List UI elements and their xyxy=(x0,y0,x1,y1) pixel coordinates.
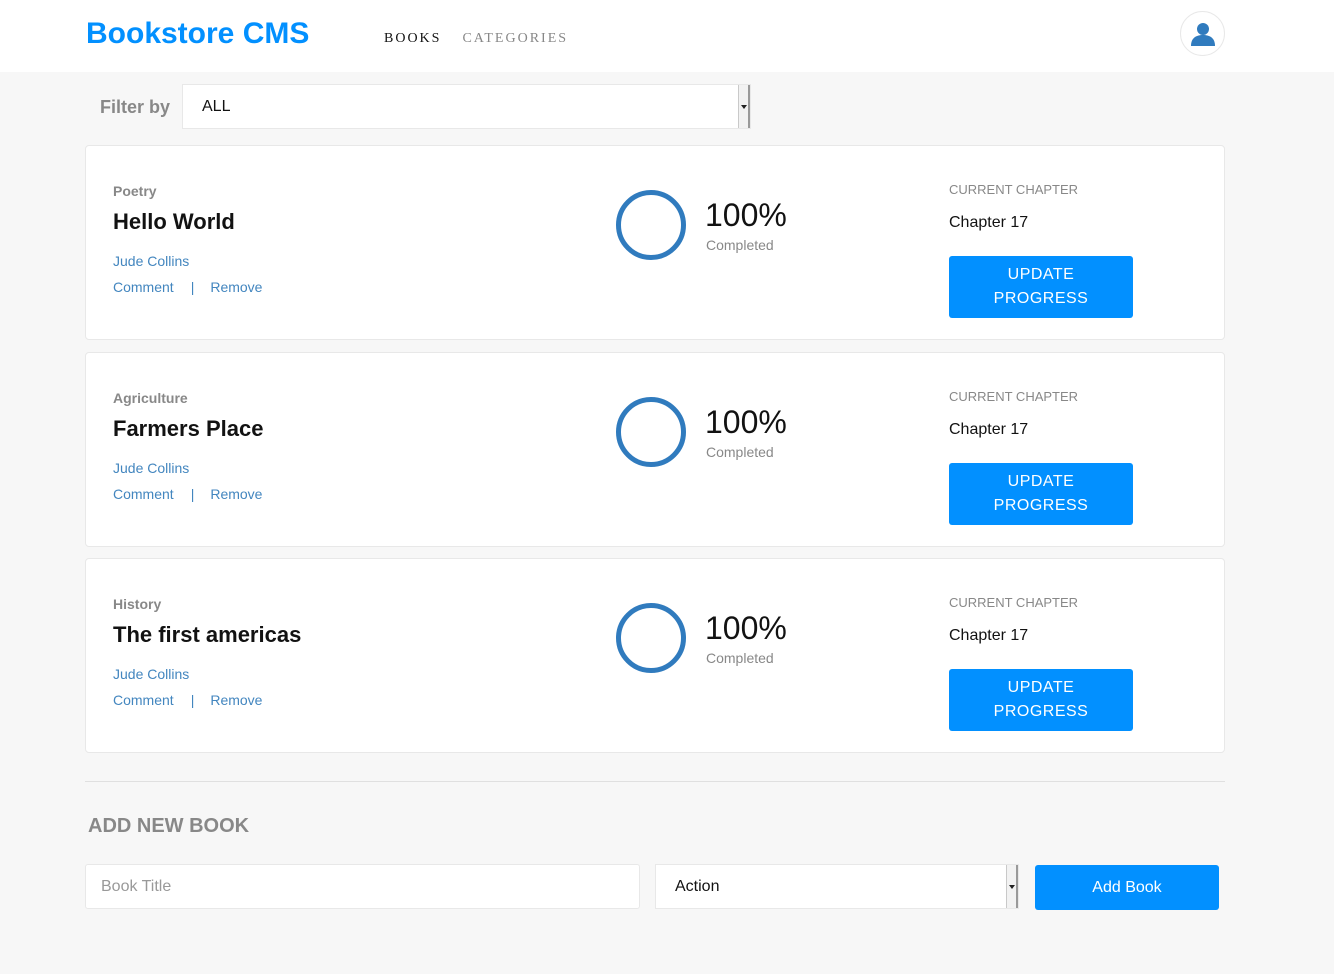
progress-percent: 100% xyxy=(705,610,787,646)
progress-ring-icon xyxy=(616,190,686,260)
update-button-line2: PROGRESS xyxy=(993,703,1089,720)
update-progress-button[interactable]: UPDATE PROGRESS xyxy=(949,463,1133,525)
book-card: History The first americas Jude Collins … xyxy=(85,558,1225,753)
add-book-button[interactable]: Add Book xyxy=(1035,865,1219,910)
progress-percent: 100% xyxy=(705,197,787,233)
book-genre: History xyxy=(113,596,162,612)
book-actions: Comment | Remove xyxy=(113,692,262,708)
nav-books[interactable]: BOOKS xyxy=(384,30,441,48)
update-button-line1: UPDATE xyxy=(1007,473,1075,490)
book-actions: Comment | Remove xyxy=(113,486,262,502)
book-title-input[interactable] xyxy=(85,864,640,909)
remove-button[interactable]: Remove xyxy=(210,279,262,295)
current-chapter-label: CURRENT CHAPTER xyxy=(949,182,1079,197)
book-genre: Poetry xyxy=(113,183,157,199)
filter-selected-value: ALL xyxy=(202,97,231,115)
book-title: The first americas xyxy=(113,622,302,647)
section-divider xyxy=(85,781,1225,782)
progress-ring-icon xyxy=(616,397,686,467)
remove-button[interactable]: Remove xyxy=(210,486,262,502)
update-progress-button[interactable]: UPDATE PROGRESS xyxy=(949,669,1133,731)
update-button-line1: UPDATE xyxy=(1007,266,1075,283)
action-separator: | xyxy=(190,692,195,708)
book-actions: Comment | Remove xyxy=(113,279,262,295)
action-separator: | xyxy=(190,279,195,295)
action-separator: | xyxy=(190,486,195,502)
category-select[interactable]: Action xyxy=(655,864,1019,909)
brand-logo[interactable]: Bookstore CMS xyxy=(86,16,309,52)
update-progress-button[interactable]: UPDATE PROGRESS xyxy=(949,256,1133,318)
add-book-heading: ADD NEW BOOK xyxy=(88,815,250,837)
dropdown-arrow-icon xyxy=(738,85,750,128)
main-nav: BOOKS CATEGORIES xyxy=(384,30,568,48)
user-icon xyxy=(1190,22,1215,46)
comment-button[interactable]: Comment xyxy=(113,279,174,295)
filter-label: Filter by xyxy=(100,97,171,117)
user-avatar-button[interactable] xyxy=(1180,11,1225,56)
update-button-line2: PROGRESS xyxy=(993,497,1089,514)
current-chapter: Chapter 17 xyxy=(949,214,1029,231)
progress-ring-icon xyxy=(616,603,686,673)
progress-completed-label: Completed xyxy=(706,650,774,666)
comment-button[interactable]: Comment xyxy=(113,486,174,502)
update-button-line2: PROGRESS xyxy=(993,290,1089,307)
comment-button[interactable]: Comment xyxy=(113,692,174,708)
progress-completed-label: Completed xyxy=(706,444,774,460)
update-button-line1: UPDATE xyxy=(1007,679,1075,696)
category-selected-value: Action xyxy=(675,877,720,895)
filter-select[interactable]: ALL xyxy=(182,84,751,129)
book-author[interactable]: Jude Collins xyxy=(113,666,189,682)
book-card: Agriculture Farmers Place Jude Collins C… xyxy=(85,352,1225,547)
progress-percent: 100% xyxy=(705,404,787,440)
app-header: Bookstore CMS BOOKS CATEGORIES xyxy=(0,0,1334,72)
book-author[interactable]: Jude Collins xyxy=(113,460,189,476)
current-chapter-label: CURRENT CHAPTER xyxy=(949,595,1079,610)
nav-categories[interactable]: CATEGORIES xyxy=(462,30,568,48)
remove-button[interactable]: Remove xyxy=(210,692,262,708)
book-card: Poetry Hello World Jude Collins Comment … xyxy=(85,145,1225,340)
current-chapter: Chapter 17 xyxy=(949,627,1029,644)
book-title: Farmers Place xyxy=(113,416,264,441)
current-chapter-label: CURRENT CHAPTER xyxy=(949,389,1079,404)
book-genre: Agriculture xyxy=(113,390,188,406)
current-chapter: Chapter 17 xyxy=(949,421,1029,438)
book-author[interactable]: Jude Collins xyxy=(113,253,189,269)
dropdown-arrow-icon xyxy=(1006,865,1018,908)
book-title: Hello World xyxy=(113,209,235,234)
progress-completed-label: Completed xyxy=(706,237,774,253)
